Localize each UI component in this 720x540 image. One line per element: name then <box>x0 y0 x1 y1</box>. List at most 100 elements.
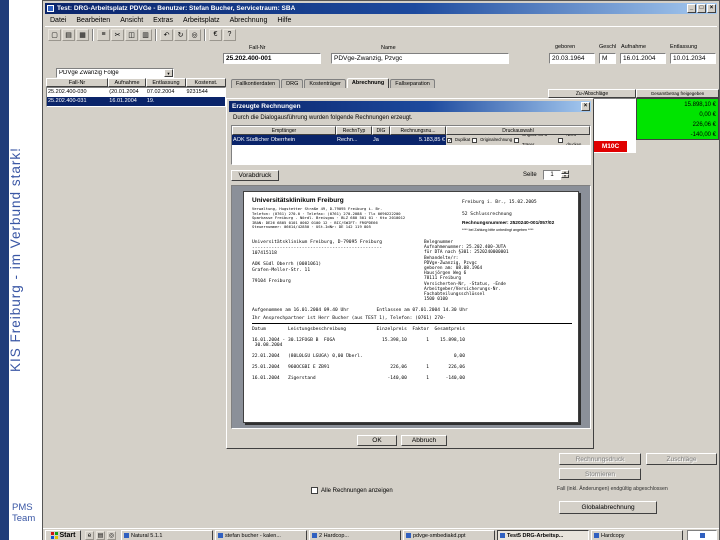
task-powerpoint[interactable]: pdvge-smbediakd.ppt <box>403 530 495 540</box>
task-icon <box>500 533 505 538</box>
vorabdruck-button[interactable]: Vorabdruck <box>231 170 279 181</box>
toolbar-separator <box>92 28 94 41</box>
total-value: 15.898,10 € <box>684 102 716 108</box>
tab-fallkontierdaten[interactable]: Fallkontierdaten <box>231 79 281 88</box>
invoice-grid-row[interactable]: AOK Südlicher Oberrhein Rechn... Ja 5.18… <box>232 135 590 145</box>
seite-spinner-value[interactable]: 1 <box>543 170 561 180</box>
chevron-down-icon[interactable] <box>164 69 173 77</box>
menu-bearbeiten[interactable]: Bearbeiten <box>71 17 115 24</box>
show-all-invoices[interactable]: Alle Rechnungen anzeigen <box>311 487 393 494</box>
help-icon[interactable]: ? <box>223 28 236 41</box>
drg-flag-badge: M10C <box>594 141 627 152</box>
task-calendar[interactable]: stefan bucher - kalen... <box>215 530 307 540</box>
folder-icon[interactable]: ▤ <box>96 531 105 540</box>
column-kostenstelle[interactable]: Kostenst. <box>186 78 226 87</box>
seite-spinner[interactable]: ▲ ▼ <box>561 170 569 178</box>
grid-header-rechntyp[interactable]: RechnTyp <box>336 126 372 135</box>
open-folder-icon[interactable]: ▤ <box>62 28 75 41</box>
menu-extras[interactable]: Extras <box>148 17 178 24</box>
menu-ansicht[interactable]: Ansicht <box>115 17 148 24</box>
slide-footer-line2: Team <box>12 513 36 524</box>
name-field[interactable]: PDVge-Zwanzig, Pzvgc <box>331 53 509 64</box>
tab-abrechnung[interactable]: Abrechnung <box>346 78 390 88</box>
cancel-button[interactable]: Abbruch <box>401 435 447 446</box>
geboren-field[interactable]: 20.03.1964 <box>549 53 595 64</box>
print-icon[interactable]: ≡ <box>97 28 110 41</box>
zuschlaege-button[interactable]: Zuschläge <box>646 453 717 465</box>
invoice-date-block: Freiburg i. Br., 15.02.2005 52 Schlussre… <box>462 200 537 217</box>
original-ue-traeger-checkbox[interactable] <box>514 137 520 143</box>
grid-header-dig[interactable]: DIG <box>372 126 390 135</box>
grid-cell-rechntyp: Rechn... <box>336 135 372 145</box>
slide-vertical-title: KIS Freiburg - im Verbund stark! <box>8 147 23 373</box>
globalabrechnung-button[interactable]: Globalabrechnung <box>559 501 657 514</box>
fall-nr-field[interactable]: 25.202.400-001 <box>223 53 321 64</box>
task-hardcopy-group[interactable]: 2 Hardcop... <box>309 530 401 540</box>
geschl-field[interactable]: M <box>599 53 616 64</box>
invoice-grid: Empfänger RechnTyp DIG Rechnungsnu... Dr… <box>231 125 591 165</box>
total-value: 226,06 € <box>692 122 716 128</box>
tab-drg[interactable]: DRG <box>281 79 304 88</box>
grid-header-empfaenger[interactable]: Empfänger <box>232 126 336 135</box>
spinner-down-icon[interactable]: ▼ <box>561 174 569 178</box>
task-label: 2 Hardcop... <box>319 532 349 539</box>
ok-button[interactable]: OK <box>357 435 397 446</box>
case-dropdown[interactable]: PDVge Zwanzig Folge <box>56 68 174 78</box>
start-button[interactable]: Start <box>45 530 81 540</box>
euro-icon[interactable]: € <box>209 28 222 41</box>
system-tray <box>687 530 717 540</box>
rechnungsdruck-button[interactable]: Rechnungsdruck <box>559 453 641 465</box>
undo-icon[interactable]: ↶ <box>160 28 173 41</box>
taskbar: Start e ▤ ◎ Natural 5.1.1 stefan bucher … <box>43 528 719 540</box>
tab-kostentraeger[interactable]: Kostenträger <box>304 79 346 88</box>
column-entlassung[interactable]: Entlassung <box>146 78 186 87</box>
close-button[interactable]: × <box>707 4 716 13</box>
search-icon[interactable]: ◎ <box>188 28 201 41</box>
menu-arbeitsplatz[interactable]: Arbeitsplatz <box>178 17 225 24</box>
task-hardcopy[interactable]: Hardcopy <box>591 530 683 540</box>
tray-icon <box>699 533 705 538</box>
tab-fallseparation[interactable]: Fallseparation <box>390 79 435 88</box>
menu-datei[interactable]: Datei <box>45 17 71 24</box>
case-row-aufnahme: (20.01.2004 <box>109 89 139 95</box>
task-icon <box>218 533 223 538</box>
case-row-selected[interactable]: 25.202.400-031 16.01.2004 19. <box>47 97 225 106</box>
totals-column1-header[interactable]: Zu-/Abschläge <box>548 89 636 98</box>
duplikat-checkbox[interactable] <box>447 137 452 143</box>
dialog-close-icon[interactable]: × <box>581 102 590 111</box>
dialog-titlebar: Erzeugte Rechnungen × <box>229 101 591 112</box>
minimize-button[interactable]: _ <box>687 4 696 13</box>
desktop-icon[interactable]: ◎ <box>107 531 116 540</box>
aufnahme-field[interactable]: 16.01.2004 <box>620 53 666 64</box>
grid-header-druckauswahl[interactable]: Druckauswahl <box>446 126 590 135</box>
column-aufnahme[interactable]: Aufnahme <box>108 78 146 87</box>
grid-cell-dig: Ja <box>372 135 390 145</box>
task-label: Natural 5.1.1 <box>131 532 163 539</box>
task-drg-arbeitsplatz[interactable]: Test5 DRG-Arbeitsp... <box>497 530 589 540</box>
case-row-entlassung: 19. <box>146 98 155 104</box>
stornieren-button[interactable]: Stornieren <box>559 468 641 480</box>
case-row-entlassung: 07.02.2004 <box>146 89 175 95</box>
menu-abrechnung[interactable]: Abrechnung <box>225 17 273 24</box>
entlassung-field[interactable]: 10.01.2034 <box>670 53 716 64</box>
browser-icon[interactable]: e <box>85 531 94 540</box>
maximize-button[interactable]: □ <box>697 4 706 13</box>
menu-hilfe[interactable]: Hilfe <box>272 17 296 24</box>
refresh-icon[interactable]: ↻ <box>174 28 187 41</box>
grid-header-rechnungsnummer[interactable]: Rechnungsnu... <box>390 126 446 135</box>
task-icon <box>594 533 599 538</box>
save-icon[interactable]: ▦ <box>76 28 89 41</box>
cut-icon[interactable]: ✂ <box>111 28 124 41</box>
column-fall-nr[interactable]: Fall-Nr <box>46 78 108 87</box>
dialog-title: Erzeugte Rechnungen <box>232 103 301 110</box>
totals-amounts: 15.898,10 € 0,00 € 226,06 € -140,00 € <box>636 98 719 140</box>
totals-column2-header[interactable]: Gesamtbetrag freigegeben <box>636 89 719 98</box>
paste-icon[interactable]: ▥ <box>139 28 152 41</box>
case-row[interactable]: 25.202.400-030 (20.01.2004 07.02.2004 92… <box>47 88 225 97</box>
show-all-checkbox[interactable] <box>311 487 318 494</box>
copy-icon[interactable]: ◫ <box>125 28 138 41</box>
originalrechnung-checkbox[interactable] <box>472 137 478 143</box>
task-natural[interactable]: Natural 5.1.1 <box>121 530 213 540</box>
new-doc-icon[interactable]: ▢ <box>48 28 61 41</box>
nicht-drucken-checkbox[interactable] <box>558 137 564 143</box>
